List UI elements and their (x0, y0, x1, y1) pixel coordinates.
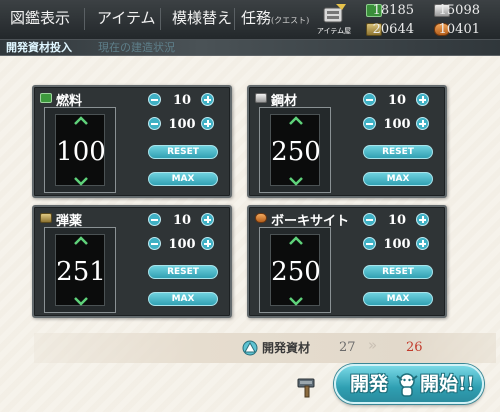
section-header: 開発資材投入 現在の建造状況 (0, 40, 500, 56)
amount-value: 251 (56, 257, 106, 287)
minus-large-button[interactable] (363, 237, 376, 250)
resource-bauxite-value: 10401 (438, 22, 480, 37)
start-development-button[interactable]: 開発 開始!! (334, 364, 484, 404)
increase-arrow-icon[interactable] (289, 116, 303, 126)
step-large-label: 100 (168, 117, 196, 132)
menu-furniture[interactable]: 模様替え (172, 0, 232, 38)
amount-value: 250 (271, 137, 321, 167)
resource-ammo-value: 20644 (372, 22, 414, 37)
card-bauxite: ボーキサイト 250 10 100 RESET MAX (247, 205, 447, 318)
hammer-icon (297, 378, 315, 398)
plus-small-button[interactable] (201, 213, 214, 226)
menu-quests-sub: (クエスト) (271, 16, 310, 25)
amount-box: 251 (44, 227, 116, 313)
dev-material-icon (242, 340, 258, 356)
minus-large-button[interactable] (148, 237, 161, 250)
increase-arrow-icon[interactable] (74, 236, 88, 246)
minus-small-button[interactable] (148, 93, 161, 106)
reset-button[interactable]: RESET (148, 145, 218, 159)
menu-divider (234, 8, 235, 30)
plus-large-button[interactable] (201, 117, 214, 130)
plus-large-button[interactable] (416, 117, 429, 130)
menu-quests-label: 任務 (241, 9, 272, 27)
increase-arrow-icon[interactable] (289, 236, 303, 246)
start-button-left-label: 開発 (350, 373, 389, 395)
step-large-label: 100 (168, 237, 196, 252)
card-ammo: 弾薬 251 10 100 RESET MAX (32, 205, 232, 318)
resource-fuel: 18185 (366, 2, 414, 20)
fuel-icon (40, 93, 52, 103)
resource-steel: 15098 (434, 2, 480, 20)
decrease-arrow-icon[interactable] (74, 176, 88, 186)
step-large-label: 100 (383, 237, 411, 252)
max-button[interactable]: MAX (363, 292, 433, 306)
amount-box: 100 (44, 107, 116, 193)
amount-value: 100 (56, 137, 106, 167)
reset-button[interactable]: RESET (363, 145, 433, 159)
increase-arrow-icon[interactable] (74, 116, 88, 126)
steel-icon (255, 93, 267, 103)
plus-large-button[interactable] (201, 237, 214, 250)
menu-items[interactable]: アイテム (97, 0, 156, 38)
plus-small-button[interactable] (416, 93, 429, 106)
fairy-icon (396, 373, 418, 397)
step-small-label: 10 (172, 213, 192, 228)
dev-material-label: 開発資材 (262, 341, 311, 355)
minus-large-button[interactable] (148, 117, 161, 130)
amount-display: 250 (270, 234, 321, 306)
max-button[interactable]: MAX (148, 292, 218, 306)
section-title: 開発資材投入 (6, 41, 72, 54)
item-shop-label: アイテム屋 (316, 27, 352, 35)
start-button-right-label: 開始!! (420, 373, 475, 395)
amount-box: 250 (259, 227, 331, 313)
bauxite-icon (255, 213, 267, 223)
resource-fuel-value: 18185 (372, 3, 414, 18)
reset-button[interactable]: RESET (363, 265, 433, 279)
menu-quests[interactable]: 任務(クエスト) (241, 0, 309, 38)
amount-value: 250 (271, 257, 321, 287)
decrease-arrow-icon[interactable] (289, 176, 303, 186)
section-ghost-title: 現在の建造状況 (98, 41, 175, 54)
card-steel: 鋼材 250 10 100 RESET MAX (247, 85, 447, 198)
card-fuel: 燃料 100 10 100 RESET MAX (32, 85, 232, 198)
menu-encyclopedia[interactable]: 図鑑表示 (10, 0, 70, 38)
resource-ammo: 20644 (366, 21, 414, 39)
minus-large-button[interactable] (363, 117, 376, 130)
item-shop-icon (323, 4, 346, 23)
step-small-label: 10 (387, 213, 407, 228)
plus-large-button[interactable] (416, 237, 429, 250)
menu-divider (84, 8, 85, 30)
minus-small-button[interactable] (148, 213, 161, 226)
decrease-arrow-icon[interactable] (289, 296, 303, 306)
step-large-label: 100 (383, 117, 411, 132)
step-small-label: 10 (387, 93, 407, 108)
reset-button[interactable]: RESET (148, 265, 218, 279)
chevron-right-icon: » (368, 336, 378, 354)
menu-divider (160, 8, 161, 30)
minus-small-button[interactable] (363, 93, 376, 106)
top-menu-bar: 図鑑表示 アイテム 模様替え 任務(クエスト) アイテム屋 18185 1509… (0, 0, 500, 40)
dev-material-after: 26 (406, 340, 423, 355)
plus-small-button[interactable] (201, 93, 214, 106)
minus-small-button[interactable] (363, 213, 376, 226)
plus-small-button[interactable] (416, 213, 429, 226)
ammo-icon (40, 213, 52, 223)
max-button[interactable]: MAX (363, 172, 433, 186)
resource-bauxite: 10401 (434, 21, 480, 39)
max-button[interactable]: MAX (148, 172, 218, 186)
amount-display: 100 (55, 114, 106, 186)
amount-box: 250 (259, 107, 331, 193)
decrease-arrow-icon[interactable] (74, 296, 88, 306)
amount-display: 250 (270, 114, 321, 186)
dev-material-current: 27 (339, 340, 356, 355)
dev-material-strip: 開発資材 27 » 26 (34, 333, 496, 363)
step-small-label: 10 (172, 93, 192, 108)
resource-steel-value: 15098 (438, 3, 480, 18)
amount-display: 251 (55, 234, 106, 306)
item-shop-button[interactable]: アイテム屋 (312, 2, 356, 36)
